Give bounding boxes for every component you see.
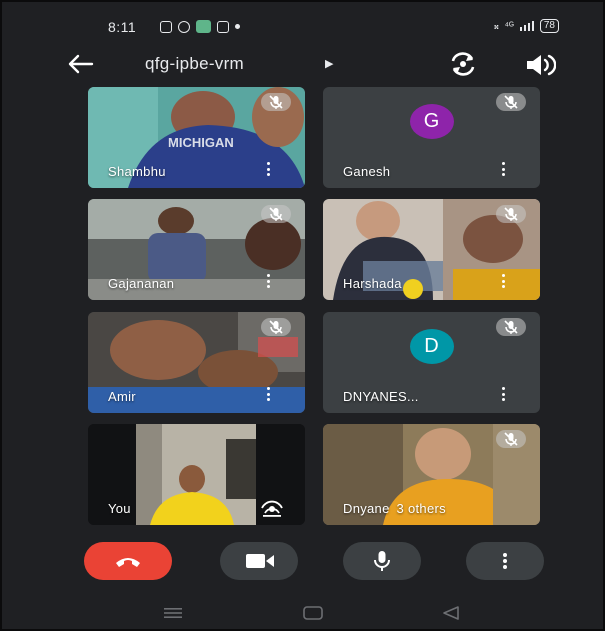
more-vert-icon[interactable] <box>261 274 275 290</box>
battery-level: 78 <box>539 19 559 33</box>
participant-name: Shambhu <box>108 164 166 179</box>
participant-tile[interactable]: Gajananan <box>88 199 305 300</box>
more-vert-icon <box>503 553 507 569</box>
meeting-header: qfg-ipbe-vrm ▶ <box>2 48 603 80</box>
more-vert-icon[interactable] <box>261 162 275 178</box>
video-notification-icon <box>160 20 172 33</box>
system-navigation-bar <box>2 600 603 626</box>
notification-icons <box>160 20 240 33</box>
more-vert-icon[interactable] <box>496 387 510 403</box>
participant-name: Dnyane 3 others <box>343 501 446 516</box>
mic-muted-icon <box>261 93 291 111</box>
recents-icon[interactable] <box>162 606 184 620</box>
back-icon[interactable] <box>441 605 461 621</box>
self-view-tile[interactable]: You <box>88 424 305 525</box>
participant-tile[interactable]: Amir <box>88 312 305 413</box>
more-notifications-icon <box>235 24 240 29</box>
participant-tile[interactable]: G Ganesh <box>323 87 540 188</box>
avatar: G <box>409 104 454 139</box>
participant-tile[interactable]: D DNYANES... <box>323 312 540 413</box>
participant-name: Ganesh <box>343 164 391 179</box>
mic-muted-icon <box>496 205 526 223</box>
participant-tile[interactable]: MICHIGAN Shambhu <box>88 87 305 188</box>
participant-name: Gajananan <box>108 276 175 291</box>
app-notification-icon <box>178 20 190 33</box>
end-call-button[interactable] <box>84 542 172 580</box>
mic-muted-icon <box>496 430 526 448</box>
more-vert-icon[interactable] <box>496 162 510 178</box>
speaker-icon[interactable] <box>524 52 556 78</box>
more-vert-icon[interactable] <box>496 274 510 290</box>
participant-name: You <box>108 501 131 516</box>
call-controls <box>2 542 603 582</box>
avatar: D <box>409 329 454 364</box>
participant-tile[interactable]: Harshada <box>323 199 540 300</box>
switch-camera-icon[interactable] <box>447 50 479 78</box>
camera-icon <box>246 554 274 568</box>
status-bar: 8:11 𝄪 ⁴ᴳ 78 <box>2 16 603 40</box>
more-options-button[interactable] <box>466 542 544 580</box>
svg-text:MICHIGAN: MICHIGAN <box>168 135 234 150</box>
signal-icon <box>519 21 534 31</box>
phone-screen: 8:11 𝄪 ⁴ᴳ 78 qfg-ipbe-vrm ▶ MICHIGAN Sha… <box>0 0 605 631</box>
microphone-icon <box>374 551 390 571</box>
participant-tile[interactable]: Dnyane 3 others <box>323 424 540 525</box>
mic-muted-icon <box>261 318 291 336</box>
meeting-code[interactable]: qfg-ipbe-vrm <box>145 54 244 74</box>
participant-name: DNYANES... <box>343 389 419 404</box>
mic-muted-icon <box>496 318 526 336</box>
camera-toggle-button[interactable] <box>220 542 298 580</box>
home-icon[interactable] <box>302 605 324 621</box>
others-count: 3 others <box>396 501 446 516</box>
network-type: ⁴ᴳ <box>504 20 514 32</box>
participant-name: Amir <box>108 389 136 404</box>
participant-name: Harshada <box>343 276 402 291</box>
more-vert-icon[interactable] <box>261 387 275 403</box>
mic-muted-icon <box>496 93 526 111</box>
vibrate-icon: 𝄪 <box>494 20 499 32</box>
meet-notification-icon <box>196 20 211 33</box>
end-call-icon <box>116 558 140 567</box>
microphone-toggle-button[interactable] <box>343 542 421 580</box>
caret-right-icon[interactable]: ▶ <box>325 57 333 70</box>
system-status: 𝄪 ⁴ᴳ 78 <box>494 19 559 33</box>
noise-cancel-icon[interactable] <box>261 499 283 517</box>
instagram-notification-icon <box>217 20 229 33</box>
back-arrow-icon[interactable] <box>66 52 94 76</box>
mic-muted-icon <box>261 205 291 223</box>
status-time: 8:11 <box>108 19 137 35</box>
